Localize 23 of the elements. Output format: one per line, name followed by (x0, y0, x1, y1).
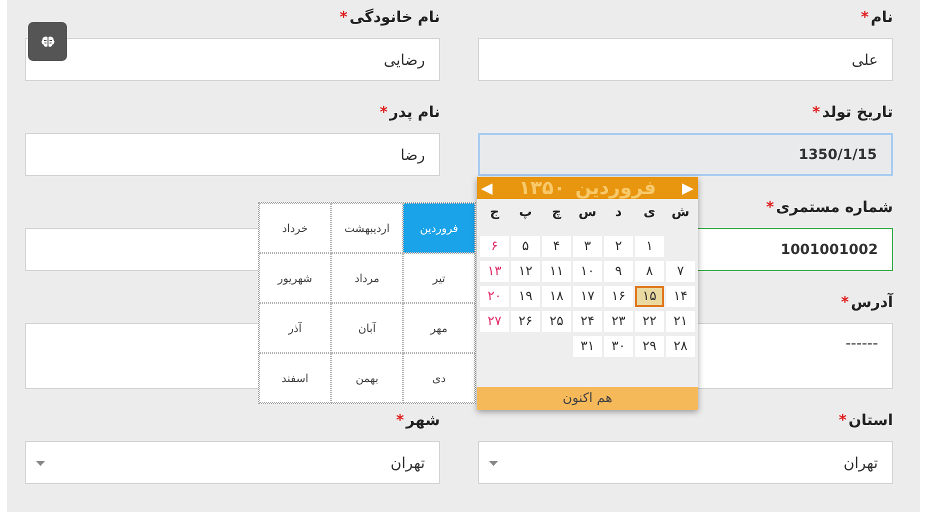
field-label: شهر (406, 411, 440, 429)
weekday-label: س (578, 205, 598, 222)
weekday-label: د (614, 205, 623, 222)
required-mark: * (860, 8, 869, 26)
field-label: نام خانودگی (349, 8, 440, 26)
field-label: نام (870, 8, 893, 26)
weekday-label: ج (488, 205, 500, 222)
required-mark: * (396, 411, 404, 429)
required-mark: * (838, 411, 847, 429)
field-label: آدرس (850, 293, 893, 311)
weekday-label: پ (518, 205, 534, 222)
weekday-label: ش (670, 205, 690, 222)
required-mark: * (766, 198, 774, 216)
field-label: نام پدر (390, 103, 440, 121)
field-label: تاریخ تولد (822, 103, 893, 121)
required-mark: * (812, 103, 820, 121)
weekday-label: چ (550, 205, 562, 222)
required-mark: * (380, 103, 388, 121)
field-label: شماره مستمری (776, 198, 893, 216)
weekday-label: ی (642, 205, 656, 222)
required-mark: * (340, 8, 348, 26)
field-label: استان (848, 411, 893, 429)
required-mark: * (840, 293, 849, 311)
